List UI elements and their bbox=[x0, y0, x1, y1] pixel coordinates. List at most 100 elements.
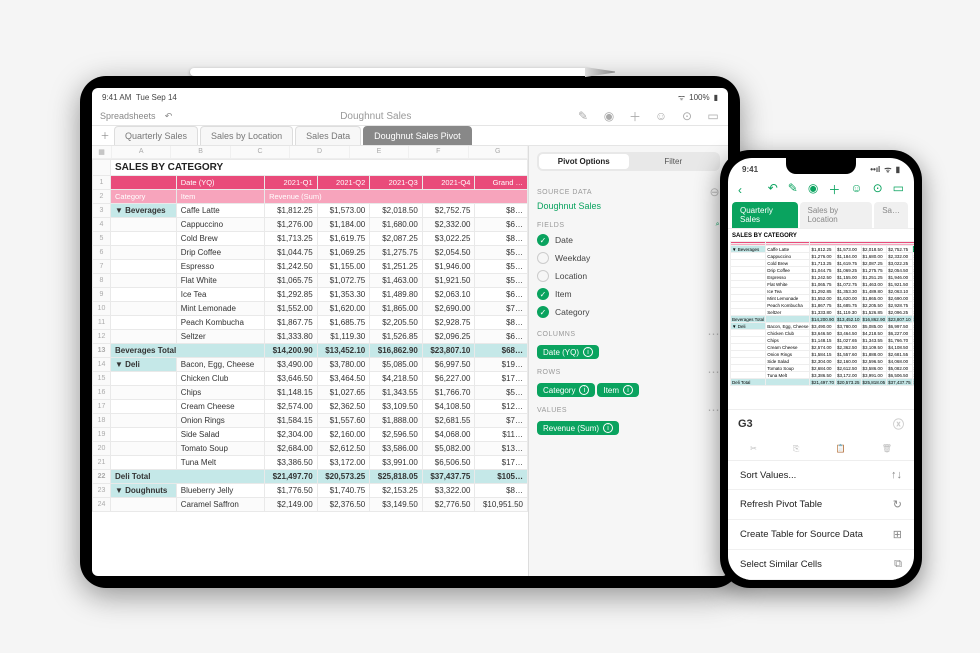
more-icon[interactable]: ⊙ bbox=[873, 181, 883, 198]
pivot-table[interactable]: SALES BY CATEGORY1Date (YQ)2021-Q12021-Q… bbox=[92, 159, 528, 512]
ipad-status-bar: 9:41 AM Tue Sep 14 ᯤ100%▮ bbox=[92, 88, 728, 107]
seg-pivot-options[interactable]: Pivot Options bbox=[539, 154, 629, 169]
rows-more-icon[interactable]: ⋯ bbox=[708, 365, 721, 379]
columns-header: COLUMNS bbox=[537, 331, 576, 338]
apple-pencil bbox=[190, 62, 615, 80]
ipad-device: 9:41 AM Tue Sep 14 ᯤ100%▮ Spreadsheets ↶… bbox=[80, 76, 740, 588]
rows-header: ROWS bbox=[537, 369, 561, 376]
panel-segment[interactable]: Pivot Options Filter bbox=[537, 152, 720, 171]
add-sheet-button[interactable]: ＋ bbox=[96, 129, 114, 142]
source-data-value[interactable]: Doughnut Sales bbox=[537, 201, 720, 211]
fields-header: FIELDS bbox=[537, 222, 565, 229]
wifi-icon: ᯤ bbox=[678, 92, 685, 103]
menu-icon: ↻ bbox=[893, 498, 902, 511]
iphone-mini-grid[interactable]: SALES BY CATEGORY ▼ BeveragesCaffe Latte… bbox=[728, 229, 914, 409]
battery-icon: ▮ bbox=[896, 165, 900, 174]
columns-more-icon[interactable]: ⋯ bbox=[708, 327, 721, 341]
copy-icon[interactable]: ⎘ bbox=[793, 444, 799, 454]
back-icon[interactable]: ‹ bbox=[738, 183, 742, 197]
source-more-icon[interactable]: ⊖ bbox=[709, 185, 720, 199]
status-time: 9:41 AM bbox=[102, 93, 131, 102]
info-icon[interactable]: i bbox=[603, 423, 613, 433]
insert-icon[interactable]: ＋ bbox=[828, 181, 840, 198]
collab-icon[interactable]: ☺ bbox=[850, 181, 862, 198]
iphone-time: 9:41 bbox=[742, 165, 758, 174]
inspector-icon[interactable]: ▭ bbox=[706, 109, 720, 123]
checkbox-icon[interactable] bbox=[537, 270, 549, 282]
menu-refresh-pivot-table[interactable]: Refresh Pivot Table↻ bbox=[728, 490, 914, 520]
corner-cell[interactable]: ▦ bbox=[92, 146, 112, 158]
signal-icon: ••ıl bbox=[870, 165, 880, 174]
delete-icon[interactable]: 🗑 bbox=[882, 444, 892, 454]
info-icon[interactable]: i bbox=[579, 385, 589, 395]
cell-reference-bar: G3 ⓧ bbox=[728, 409, 914, 438]
values-header: VALUES bbox=[537, 407, 567, 414]
iphone-tab-2[interactable]: Sa… bbox=[874, 202, 908, 228]
menu-icon: ⧉ bbox=[894, 558, 902, 571]
col-b[interactable]: B bbox=[171, 146, 230, 158]
col-g[interactable]: G bbox=[469, 146, 528, 158]
menu-select-similar-cells[interactable]: Select Similar Cells⧉ bbox=[728, 550, 914, 580]
clear-icon[interactable]: ⓧ bbox=[893, 416, 904, 432]
doc-title[interactable]: Doughnut Sales bbox=[176, 111, 576, 122]
notch bbox=[786, 158, 856, 174]
tab-doughnut-sales-pivot[interactable]: Doughnut Sales Pivot bbox=[363, 126, 472, 145]
field-date[interactable]: Date bbox=[537, 231, 720, 249]
checkbox-icon[interactable] bbox=[537, 252, 549, 264]
seg-filter[interactable]: Filter bbox=[629, 154, 719, 169]
action-icon-row: ✂ ⎘ 📋 🗑 bbox=[728, 438, 914, 461]
field-weekday[interactable]: Weekday bbox=[537, 249, 720, 267]
checkbox-icon[interactable] bbox=[537, 306, 549, 318]
tab-sales-by-location[interactable]: Sales by Location bbox=[200, 126, 293, 145]
col-c[interactable]: C bbox=[231, 146, 290, 158]
iphone-device: 9:41 ••ıl ᯤ ▮ ‹ ↶ ✎ ◉ ＋ ☺ ⊙ ▭ Quarterly … bbox=[720, 150, 922, 588]
info-icon[interactable]: i bbox=[623, 385, 633, 395]
pill-revenue--sum-[interactable]: Revenue (Sum)i bbox=[537, 421, 619, 435]
back-button[interactable]: Spreadsheets bbox=[100, 111, 156, 121]
menu-icon: ⊞ bbox=[893, 528, 902, 541]
field-category[interactable]: Category bbox=[537, 303, 720, 321]
pivot-icon[interactable]: ◉ bbox=[808, 181, 818, 198]
tab-quarterly-sales[interactable]: Quarterly Sales bbox=[114, 126, 198, 145]
cut-icon[interactable]: ✂ bbox=[750, 444, 757, 454]
format-brush-icon[interactable]: ✎ bbox=[576, 109, 590, 123]
mini-title: SALES BY CATEGORY bbox=[730, 231, 912, 241]
checkbox-icon[interactable] bbox=[537, 234, 549, 246]
insert-icon[interactable]: ＋ bbox=[628, 109, 642, 123]
spreadsheet-grid[interactable]: ▦ A B C D E F G SALES BY CATEGORY1Date (… bbox=[92, 146, 528, 576]
titlebar: Spreadsheets ↶ Doughnut Sales ✎ ◉ ＋ ☺ ⊙ … bbox=[92, 107, 728, 126]
undo-icon[interactable]: ↶ bbox=[768, 181, 778, 198]
field-item[interactable]: Item bbox=[537, 285, 720, 303]
collaborate-icon[interactable]: ☺ bbox=[654, 109, 668, 123]
pivot-icon[interactable]: ◉ bbox=[602, 109, 616, 123]
pill-item[interactable]: Itemi bbox=[597, 383, 639, 397]
pill-category[interactable]: Categoryi bbox=[537, 383, 595, 397]
iphone-toolbar: ‹ ↶ ✎ ◉ ＋ ☺ ⊙ ▭ bbox=[728, 177, 914, 202]
menu-icon: ↑↓ bbox=[891, 469, 902, 481]
menu-create-table-for-source-data[interactable]: Create Table for Source Data⊞ bbox=[728, 520, 914, 550]
cell-ref[interactable]: G3 bbox=[738, 418, 753, 430]
inspector-icon[interactable]: ▭ bbox=[893, 181, 904, 198]
iphone-tab-active[interactable]: Quarterly Sales bbox=[732, 202, 798, 228]
info-icon[interactable]: i bbox=[583, 347, 593, 357]
status-date: Tue Sep 14 bbox=[136, 93, 177, 102]
wifi-icon: ᯤ bbox=[884, 164, 891, 175]
col-f[interactable]: F bbox=[409, 146, 468, 158]
field-location[interactable]: Location bbox=[537, 267, 720, 285]
more-icon[interactable]: ⊙ bbox=[680, 109, 694, 123]
values-more-icon[interactable]: ⋯ bbox=[708, 403, 721, 417]
iphone-tab-1[interactable]: Sales by Location bbox=[800, 202, 873, 228]
col-a[interactable]: A bbox=[112, 146, 171, 158]
col-d[interactable]: D bbox=[290, 146, 349, 158]
col-e[interactable]: E bbox=[350, 146, 409, 158]
menu-sort-values---[interactable]: Sort Values...↑↓ bbox=[728, 461, 914, 490]
column-headers: ▦ A B C D E F G bbox=[92, 146, 528, 159]
pivot-options-panel: Pivot Options Filter SOURCE DATA⊖ Doughn… bbox=[528, 146, 728, 576]
tab-sales-data[interactable]: Sales Data bbox=[295, 126, 361, 145]
paste-icon[interactable]: 📋 bbox=[836, 444, 846, 454]
checkbox-icon[interactable] bbox=[537, 288, 549, 300]
undo-icon[interactable]: ↶ bbox=[162, 109, 176, 123]
pill-date--yq-[interactable]: Date (YQ)i bbox=[537, 345, 599, 359]
battery-pct: 100% bbox=[689, 93, 709, 102]
brush-icon[interactable]: ✎ bbox=[788, 181, 798, 198]
